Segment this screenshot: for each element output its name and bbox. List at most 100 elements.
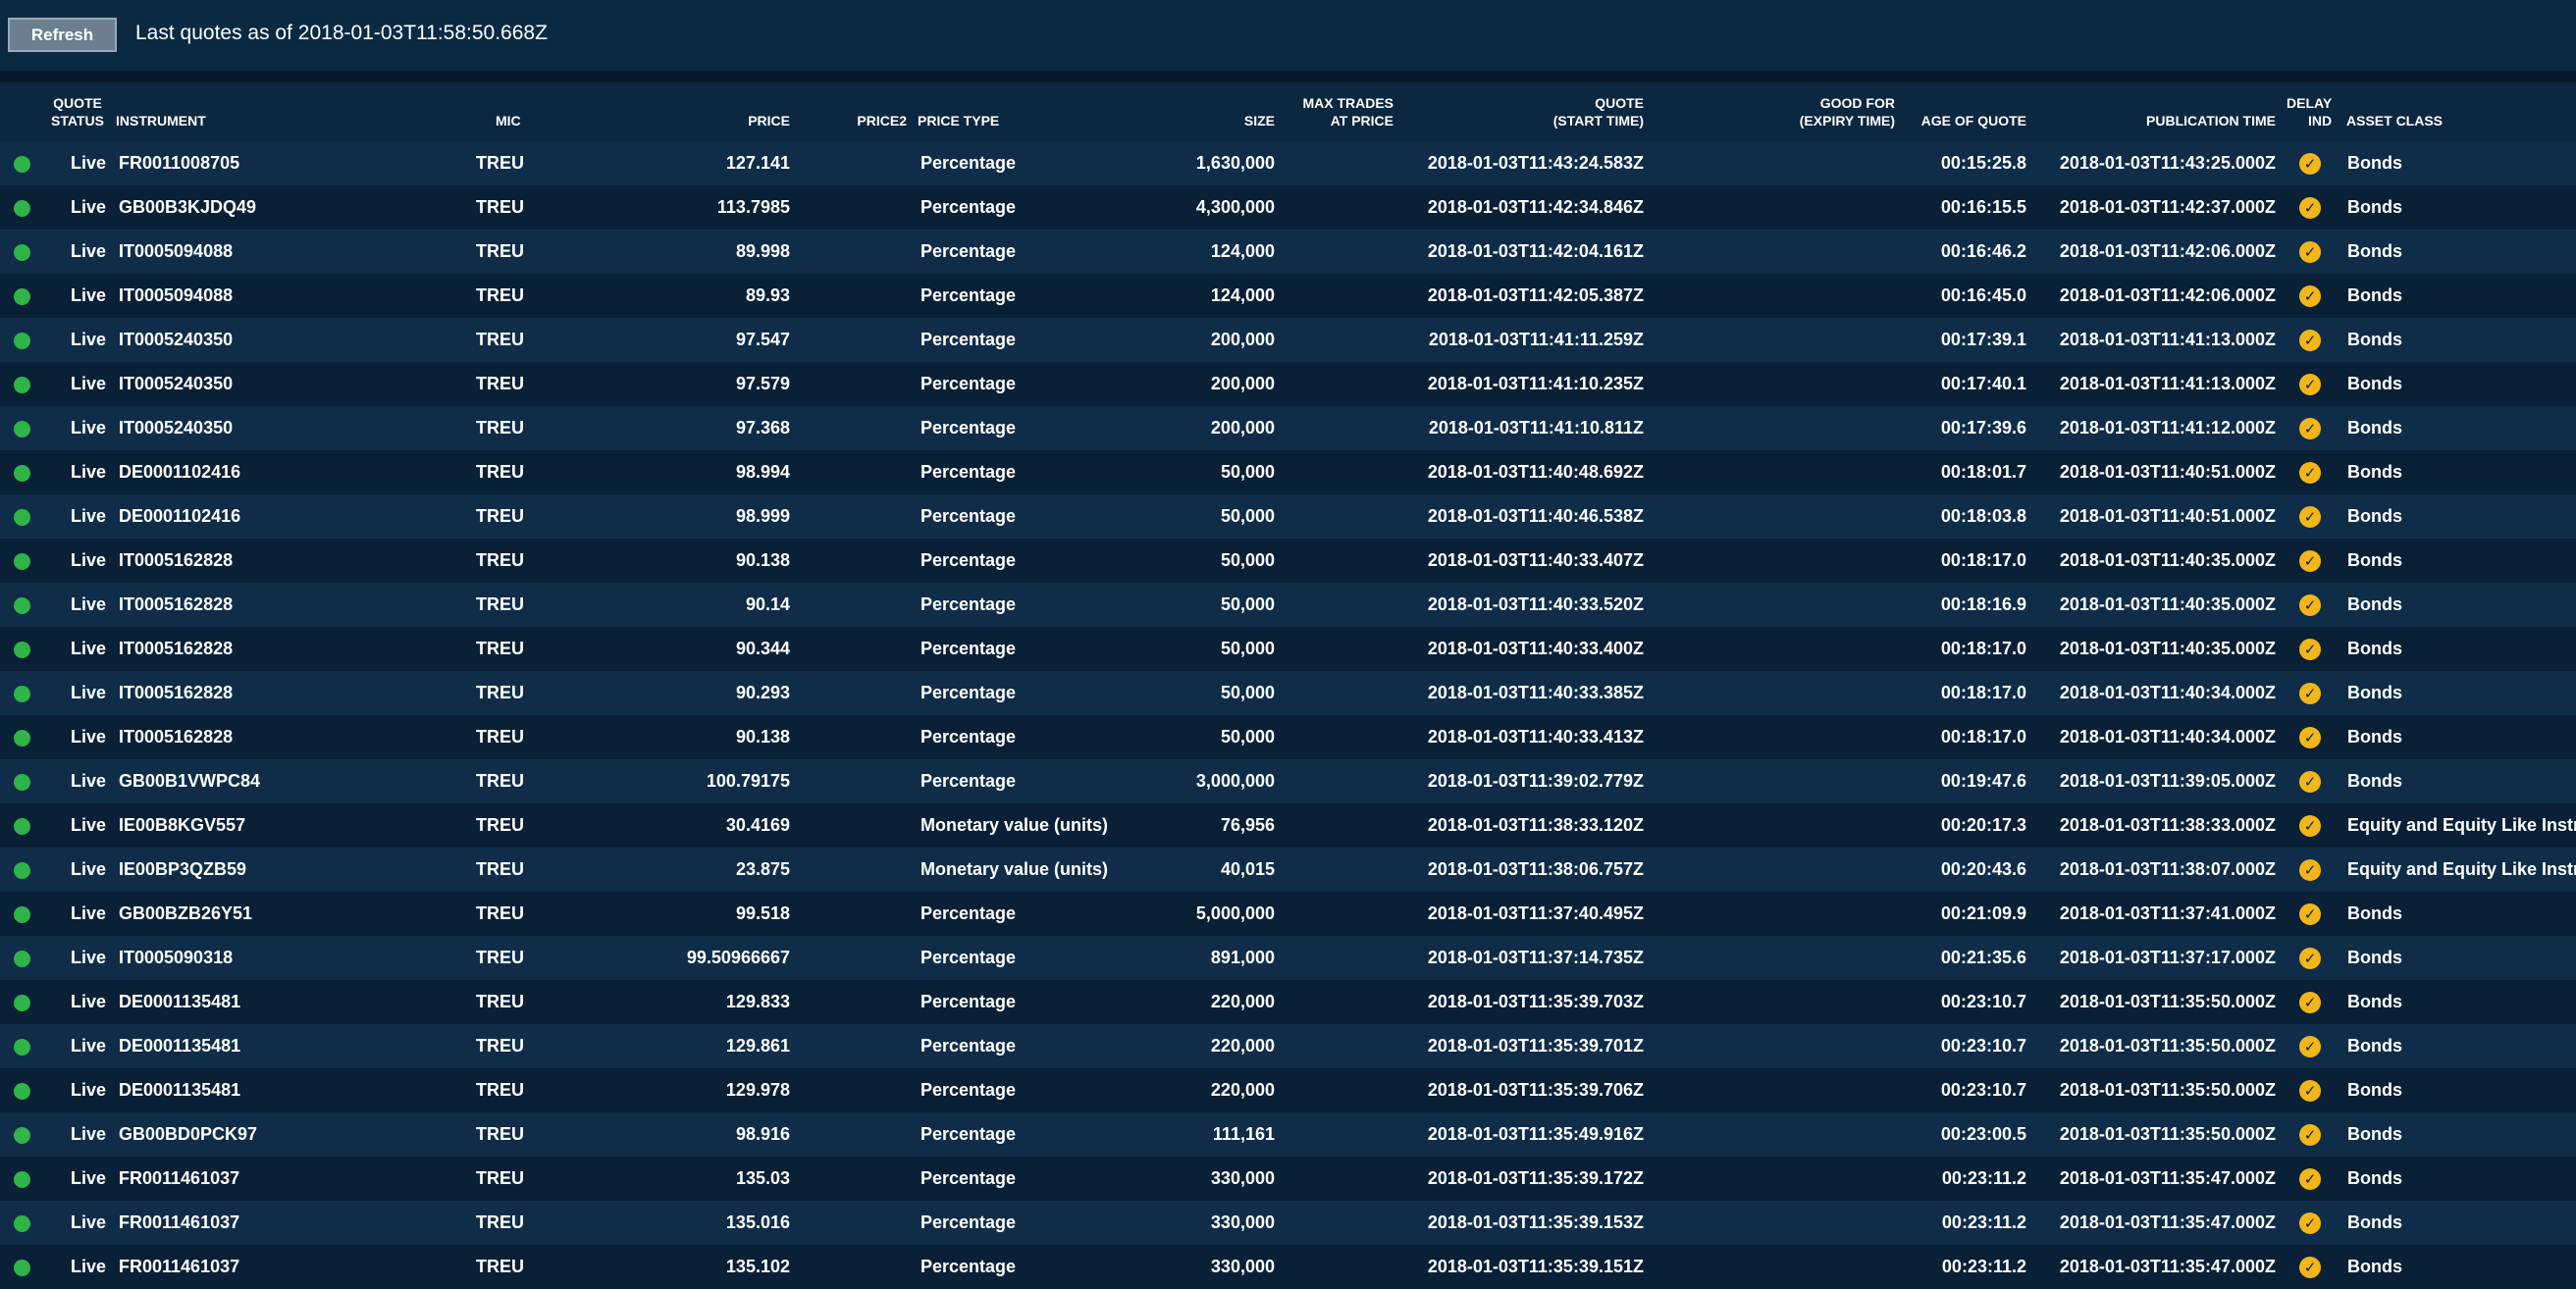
cell-instrument[interactable]: GB00BZB26Y51 [119,892,252,936]
table-row[interactable]: Live GB00B3KJDQ49 TREU 113.7985 Percenta… [0,185,2576,230]
cell-status: Live [70,1168,106,1188]
table-row[interactable]: Live GB00B1VWPC84 TREU 100.79175 Percent… [0,759,2576,803]
table-row[interactable]: Live IT0005240350 TREU 97.368 Percentage… [0,406,2576,450]
table-row[interactable]: Live DE0001135481 TREU 129.978 Percentag… [0,1068,2576,1112]
table-row[interactable]: Live DE0001102416 TREU 98.999 Percentage… [0,494,2576,539]
table-row[interactable]: Live FR0011461037 TREU 135.016 Percentag… [0,1201,2576,1245]
cell-instrument[interactable]: IE00BP3QZB59 [119,848,246,892]
table-row[interactable]: Live IT0005094088 TREU 89.998 Percentage… [0,230,2576,274]
cell-instrument[interactable]: DE0001135481 [119,980,240,1024]
cell-quote-start-time: 2018-01-03T11:40:33.400Z [1427,639,1644,658]
table-row[interactable]: Live IT0005094088 TREU 89.93 Percentage … [0,274,2576,318]
table-row[interactable]: Live IT0005162828 TREU 90.138 Percentage… [0,539,2576,583]
live-status-dot-icon [14,377,30,393]
column-header-quote-status[interactable]: QUOTE STATUS [51,94,104,129]
cell-instrument[interactable]: IT0005162828 [119,671,233,715]
table-row[interactable]: Live IT0005162828 TREU 90.138 Percentage… [0,715,2576,759]
cell-instrument[interactable]: IT0005240350 [119,362,233,406]
cell-price-type: Percentage [920,771,1017,791]
cell-publication-time: 2018-01-03T11:35:47.000Z [2059,1212,2276,1232]
live-status-dot-icon [14,730,30,747]
table-row[interactable]: Live FR0011461037 TREU 135.03 Percentage… [0,1157,2576,1201]
live-status-dot-icon [14,156,30,173]
live-status-dot-icon [14,288,30,305]
cell-age-of-quote: 00:23:10.7 [1940,1080,2026,1100]
cell-size: 50,000 [1220,462,1275,482]
cell-mic: TREU [476,1036,524,1056]
cell-mic: TREU [476,462,524,482]
cell-instrument[interactable]: IE00B8KGV557 [119,803,245,848]
table-row[interactable]: Live IT0005240350 TREU 97.579 Percentage… [0,362,2576,406]
column-header-size[interactable]: SIZE [1244,112,1275,129]
table-row[interactable]: Live FR0011461037 TREU 135.102 Percentag… [0,1245,2576,1289]
cell-status: Live [70,948,106,967]
table-row[interactable]: Live DE0001102416 TREU 98.994 Percentage… [0,450,2576,494]
column-header-price-type[interactable]: PRICE TYPE [918,112,999,129]
cell-instrument[interactable]: GB00B3KJDQ49 [119,185,256,230]
cell-instrument[interactable]: FR0011461037 [119,1157,239,1201]
table-row[interactable]: Live IE00BP3QZB59 TREU 23.875 Monetary v… [0,848,2576,892]
table-row[interactable]: Live GB00BZB26Y51 TREU 99.518 Percentage… [0,892,2576,936]
checkmark-circle-icon: ✓ [2299,1080,2321,1102]
table-row[interactable]: Live IT0005162828 TREU 90.14 Percentage … [0,583,2576,627]
cell-size: 891,000 [1210,948,1275,967]
cell-instrument[interactable]: FR0011461037 [119,1201,239,1245]
cell-instrument[interactable]: DE0001135481 [119,1024,240,1068]
cell-instrument[interactable]: FR0011008705 [119,141,239,185]
column-header-quote-start-time[interactable]: QUOTE (START TIME) [1553,94,1644,129]
live-status-dot-icon [14,906,30,923]
column-header-mic[interactable]: MIC [496,112,521,129]
table-row[interactable]: Live IT0005240350 TREU 97.547 Percentage… [0,318,2576,362]
table-row[interactable]: Live IT0005090318 TREU 99.50966667 Perce… [0,936,2576,980]
cell-instrument[interactable]: IT0005094088 [119,230,233,274]
table-row[interactable]: Live GB00BD0PCK97 TREU 98.916 Percentage… [0,1112,2576,1157]
column-header-asset-class[interactable]: ASSET CLASS [2346,112,2443,129]
cell-instrument[interactable]: IT0005240350 [119,406,233,450]
column-header-instrument[interactable]: INSTRUMENT [116,112,206,129]
cell-mic: TREU [476,1212,524,1232]
cell-asset-class: Bonds [2347,727,2402,747]
cell-instrument[interactable]: GB00B1VWPC84 [119,759,260,803]
cell-instrument[interactable]: IT0005094088 [119,274,233,318]
cell-instrument[interactable]: IT0005162828 [119,539,233,583]
cell-price-type: Percentage [920,1036,1017,1056]
checkmark-circle-icon: ✓ [2299,771,2321,793]
cell-instrument[interactable]: IT0005162828 [119,715,233,759]
cell-age-of-quote: 00:18:01.7 [1940,462,2026,482]
cell-status: Live [70,1080,106,1100]
cell-publication-time: 2018-01-03T11:41:13.000Z [2059,330,2276,349]
cell-instrument[interactable]: DE0001135481 [119,1068,240,1112]
cell-asset-class: Bonds [2347,330,2402,349]
column-header-age-of-quote[interactable]: AGE OF QUOTE [1921,112,2026,129]
column-header-price[interactable]: PRICE [748,112,790,129]
cell-instrument[interactable]: DE0001102416 [119,450,240,494]
cell-instrument[interactable]: IT0005240350 [119,318,233,362]
cell-age-of-quote: 00:15:25.8 [1940,153,2026,173]
table-row[interactable]: Live DE0001135481 TREU 129.861 Percentag… [0,1024,2576,1068]
cell-size: 50,000 [1220,639,1275,658]
table-row[interactable]: Live IT0005162828 TREU 90.293 Percentage… [0,671,2576,715]
cell-status: Live [70,683,106,702]
table-row[interactable]: Live DE0001135481 TREU 129.833 Percentag… [0,980,2576,1024]
cell-instrument[interactable]: IT0005162828 [119,627,233,671]
column-header-good-for[interactable]: GOOD FOR (EXPIRY TIME) [1800,94,1895,129]
column-header-max-trades[interactable]: MAX TRADES AT PRICE [1302,94,1393,129]
column-header-price2[interactable]: PRICE2 [857,112,907,129]
column-header-publication-time[interactable]: PUBLICATION TIME [2146,112,2276,129]
cell-price-type: Percentage [920,197,1017,217]
refresh-button[interactable]: Refresh [8,18,117,52]
cell-instrument[interactable]: DE0001102416 [119,494,240,539]
cell-instrument[interactable]: GB00BD0PCK97 [119,1112,257,1157]
checkmark-circle-icon: ✓ [2299,948,2321,969]
table-row[interactable]: Live IE00B8KGV557 TREU 30.4169 Monetary … [0,803,2576,848]
cell-instrument[interactable]: IT0005090318 [119,936,233,980]
column-header-delay-ind[interactable]: DELAY IND [2287,94,2332,129]
table-row[interactable]: Live IT0005162828 TREU 90.344 Percentage… [0,627,2576,671]
cell-instrument[interactable]: FR0011461037 [119,1245,239,1289]
cell-instrument[interactable]: IT0005162828 [119,583,233,627]
cell-price: 23.875 [735,859,790,879]
cell-price: 90.344 [735,639,790,658]
checkmark-circle-icon: ✓ [2299,506,2321,528]
table-row[interactable]: Live FR0011008705 TREU 127.141 Percentag… [0,141,2576,185]
cell-age-of-quote: 00:18:17.0 [1940,639,2026,658]
